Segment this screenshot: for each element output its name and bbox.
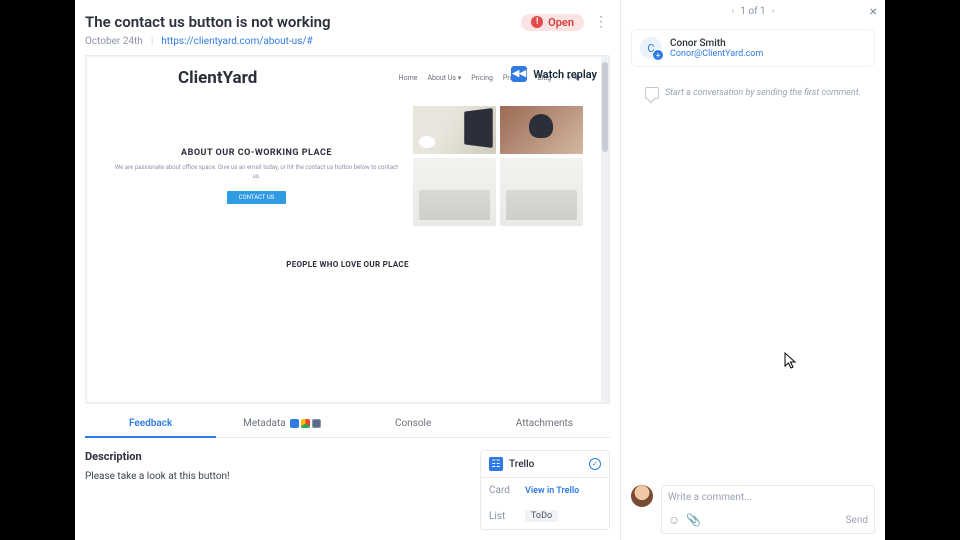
user-email[interactable]: Conor@ClientYard.com — [670, 49, 763, 59]
row-label: Card — [489, 485, 517, 496]
windows-icon — [290, 419, 299, 428]
current-user-avatar — [631, 485, 653, 507]
scrollbar[interactable] — [601, 56, 609, 403]
integration-card: ☷ Trello ✓ Card View in Trello List ToDo — [480, 450, 610, 530]
scroll-thumb[interactable] — [602, 62, 608, 152]
alert-icon: ! — [531, 16, 543, 28]
empty-hint: Start a conversation by sending the firs… — [665, 88, 861, 98]
list-chip[interactable]: ToDo — [525, 510, 558, 522]
description-title: Description — [85, 450, 470, 463]
check-icon[interactable]: ✓ — [589, 458, 601, 470]
tab-label: Metadata — [243, 418, 286, 429]
contact-us-button[interactable]: CONTACT US — [227, 191, 287, 204]
attach-icon[interactable]: 📎 — [686, 513, 701, 527]
site-brand: ClientYard — [178, 68, 257, 88]
tab-console[interactable]: Console — [348, 410, 479, 437]
replay-label: Watch replay — [533, 68, 597, 81]
status-label: Open — [548, 16, 574, 29]
nav-item[interactable]: About Us ▾ — [427, 74, 461, 82]
chat-icon — [645, 87, 659, 99]
close-icon[interactable]: × — [870, 4, 877, 20]
view-in-trello-link[interactable]: View in Trello — [525, 486, 579, 496]
prev-arrow[interactable]: ‹ — [725, 6, 740, 17]
site-copy: We are passionate about office space. Gi… — [112, 164, 401, 181]
tab-feedback[interactable]: Feedback — [85, 410, 216, 437]
comment-input[interactable] — [668, 492, 868, 503]
issue-date: October 24th — [85, 36, 143, 47]
issue-url[interactable]: https://clientyard.com/about-us/# — [161, 36, 312, 47]
description-body: Please take a look at this button! — [85, 471, 470, 482]
hero-image — [413, 158, 496, 226]
avatar: C — [640, 37, 662, 59]
hero-image — [413, 106, 496, 154]
status-badge[interactable]: ! Open — [521, 14, 584, 31]
site-heading: ABOUT OUR CO-WORKING PLACE — [181, 148, 332, 158]
user-card[interactable]: C Conor Smith Conor@ClientYard.com — [631, 29, 875, 67]
rewind-icon: ◀◀ — [511, 66, 527, 82]
tab-attachments[interactable]: Attachments — [479, 410, 610, 437]
integration-name: Trello — [509, 459, 583, 470]
nav-item[interactable]: Home — [399, 74, 418, 82]
nav-item[interactable]: Pricing — [471, 74, 493, 82]
watch-replay-button[interactable]: ◀◀ Watch replay — [511, 66, 597, 82]
next-arrow[interactable]: › — [766, 6, 781, 17]
hero-image — [500, 106, 583, 154]
chrome-icon — [301, 419, 310, 428]
user-name: Conor Smith — [670, 38, 763, 49]
pager-label: 1 of 1 — [740, 6, 765, 17]
screenshot-frame: ◀◀ Watch replay ClientYard Home About Us… — [85, 55, 610, 404]
hero-image — [500, 158, 583, 226]
tab-metadata[interactable]: Metadata — [216, 410, 347, 437]
row-label: List — [489, 511, 517, 522]
screen-icon — [312, 419, 321, 428]
more-menu-icon[interactable]: ⋮ — [592, 12, 610, 32]
trello-icon: ☷ — [489, 457, 503, 471]
issue-title: The contact us button is not working — [85, 13, 331, 31]
separator: | — [151, 36, 153, 47]
emoji-icon[interactable]: ☺ — [668, 513, 680, 527]
site-footer-heading: PEOPLE WHO LOVE OUR PLACE — [88, 260, 607, 269]
send-button[interactable]: Send — [846, 515, 868, 526]
